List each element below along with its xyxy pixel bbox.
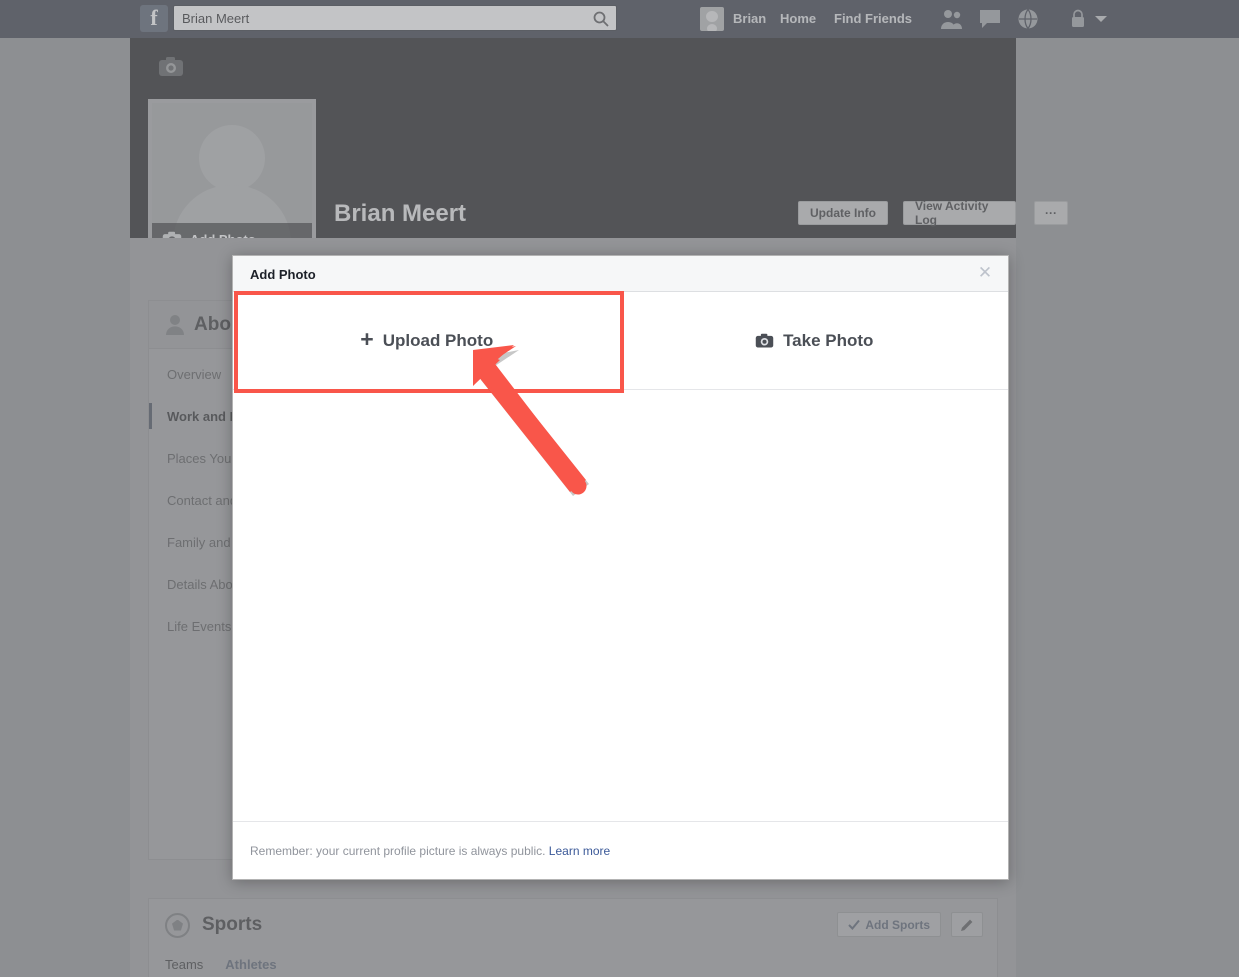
plus-icon: + [360,326,374,352]
privacy-note: Remember: your current profile picture i… [250,844,610,858]
learn-more-link[interactable]: Learn more [549,844,610,858]
upload-photo-label: Upload Photo [382,330,494,350]
dialog-body: + Upload Photo Take Photo [233,292,1008,821]
close-icon[interactable]: ✕ [974,262,996,284]
dialog-header: Add Photo ✕ [233,256,1008,292]
take-photo-label: Take Photo [783,330,874,350]
dialog-footer: Remember: your current profile picture i… [233,821,1008,879]
photo-source-options: + Upload Photo Take Photo [233,292,1008,390]
privacy-note-text: Remember: your current profile picture i… [250,844,546,858]
add-photo-dialog: Add Photo ✕ + Upload Photo Take Photo Re… [232,255,1009,880]
camera-icon [755,333,774,348]
upload-photo-button[interactable]: + Upload Photo [233,292,621,389]
take-photo-button[interactable]: Take Photo [621,292,1009,389]
dialog-title: Add Photo [250,267,316,282]
